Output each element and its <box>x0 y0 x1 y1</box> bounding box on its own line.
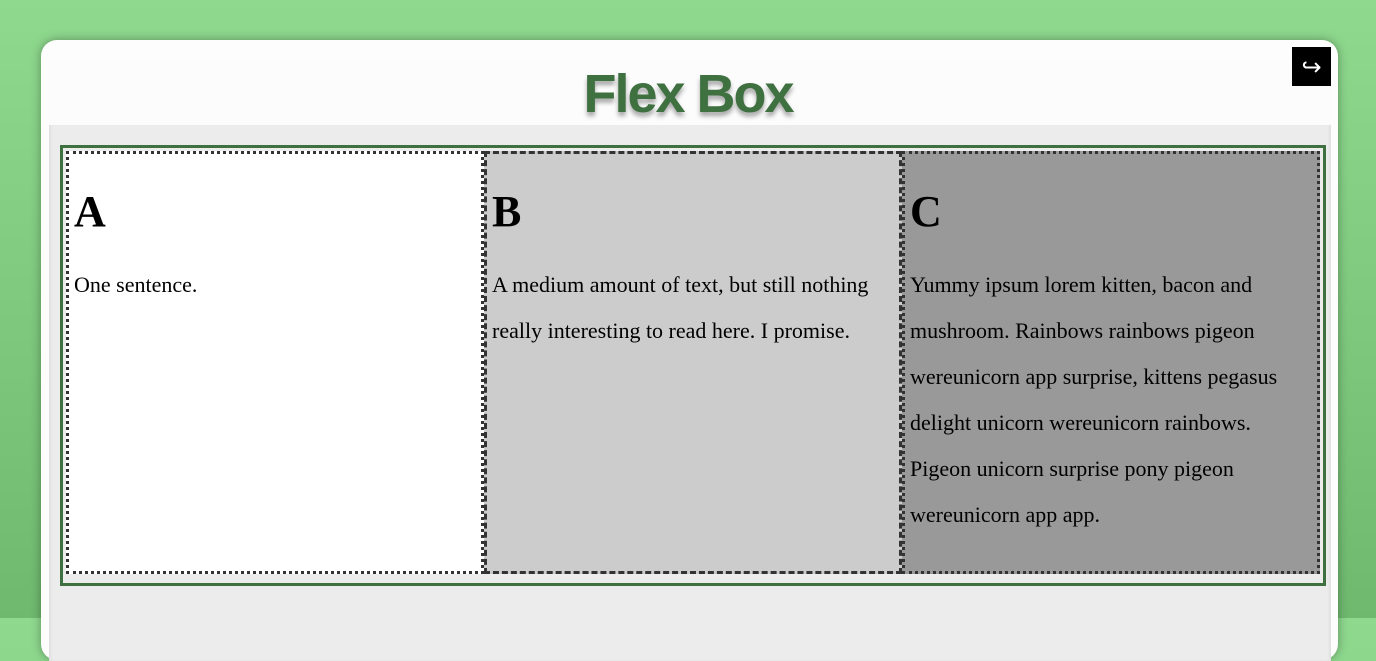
flex-container: A One sentence. B A medium amount of tex… <box>60 145 1326 586</box>
box-a-text: One sentence. <box>74 272 198 297</box>
page-header: Flex Box <box>49 61 1331 125</box>
box-b-text: A medium amount of text, but still nothi… <box>492 272 869 343</box>
box-a-heading: A <box>74 187 106 236</box>
box-b-heading: B <box>492 187 522 236</box>
exit-arrow-icon: ↪ <box>1301 52 1322 81</box>
page-title: Flex Box <box>583 64 794 124</box>
flex-item-c: C Yummy ipsum lorem kitten, bacon and mu… <box>902 151 1320 574</box>
flex-item-b: B A medium amount of text, but still not… <box>484 151 902 574</box>
exit-button[interactable]: ↪ <box>1292 47 1331 86</box>
box-c-heading: C <box>910 187 942 236</box>
box-c-text: Yummy ipsum lorem kitten, bacon and mush… <box>910 272 1278 527</box>
flex-item-a: A One sentence. <box>66 151 484 574</box>
